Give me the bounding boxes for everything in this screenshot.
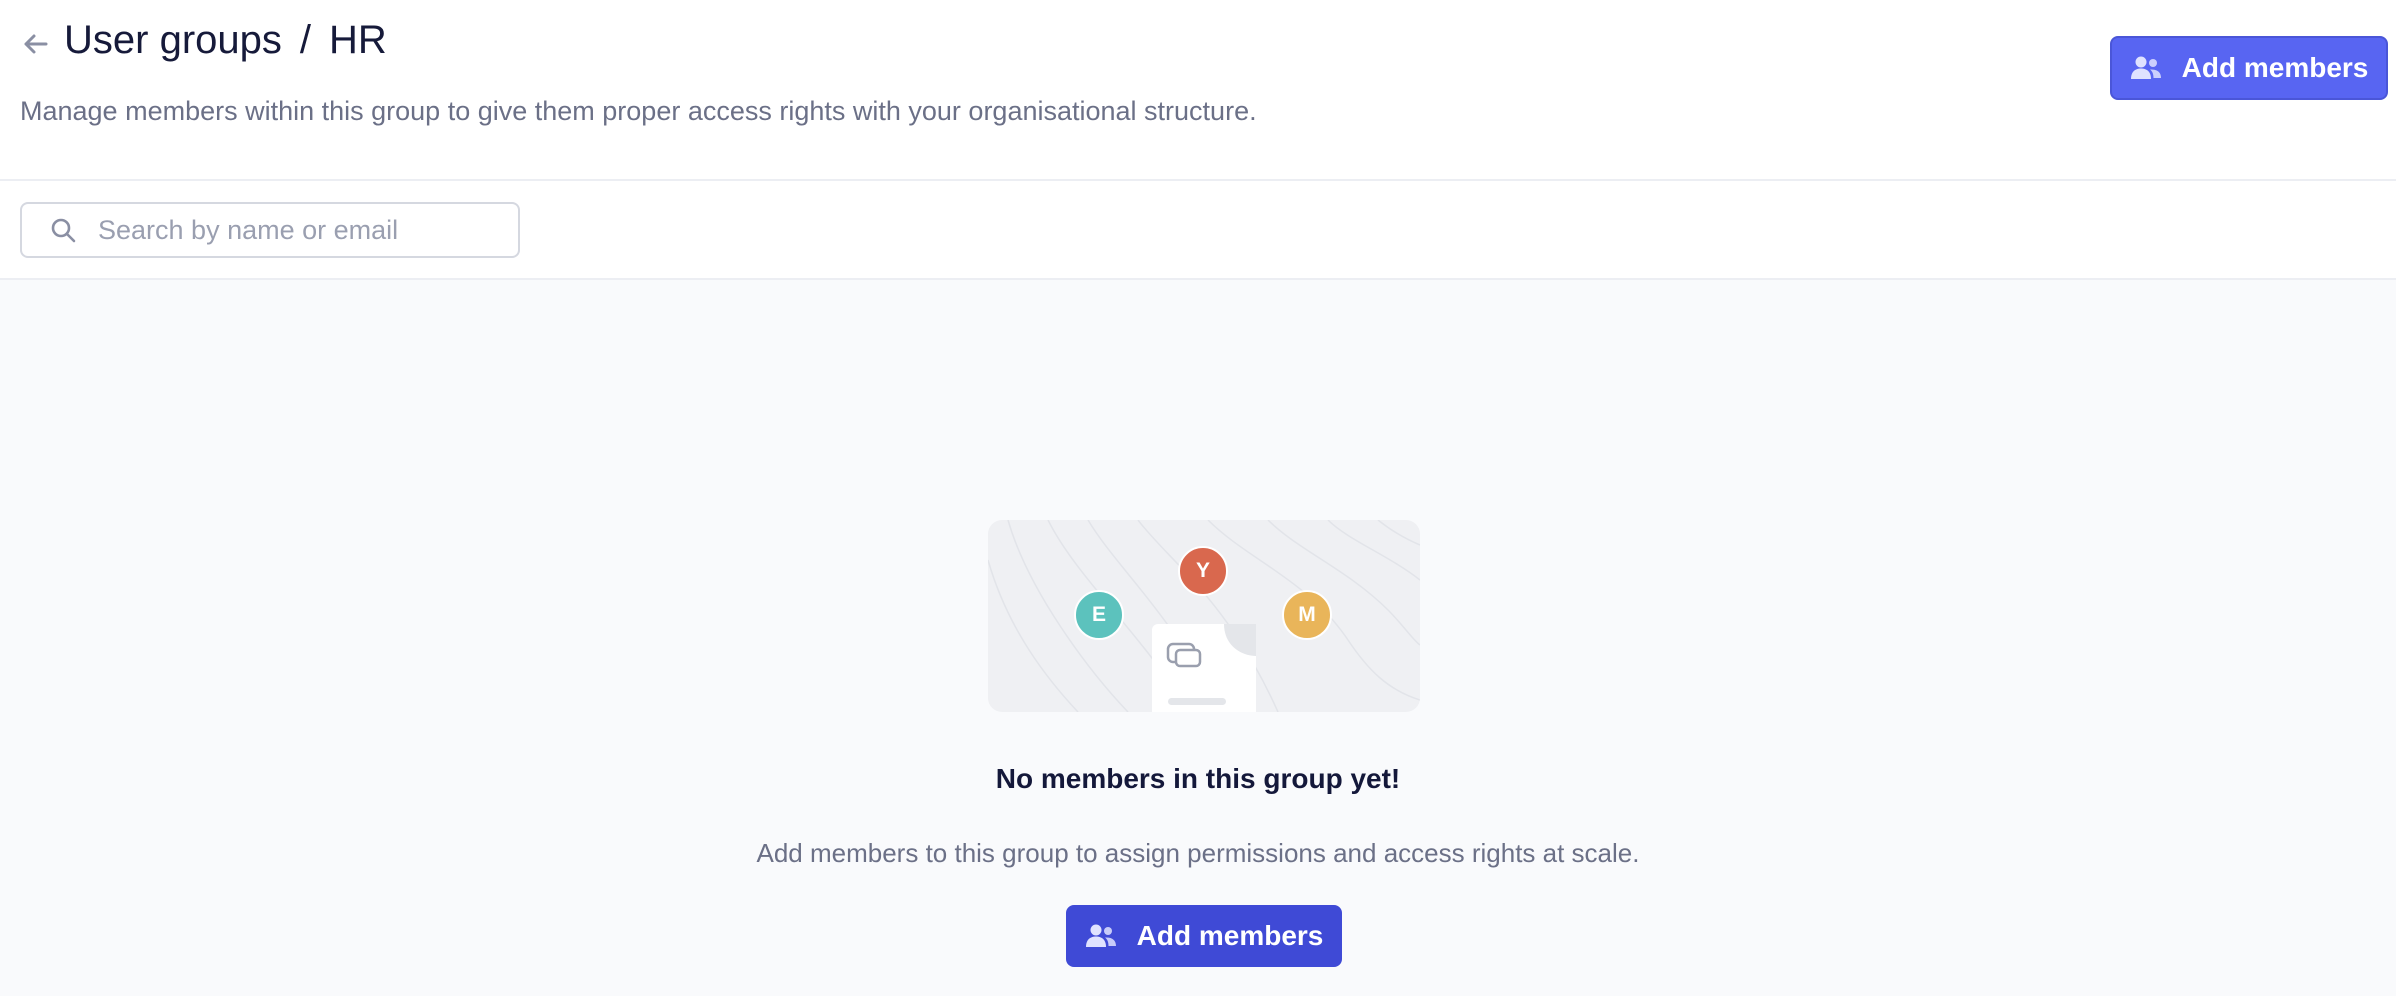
breadcrumb-parent[interactable]: User groups [64,18,282,63]
toolbar [0,181,2396,280]
empty-state-description: Add members to this group to assign perm… [756,838,1640,868]
arrow-left-icon[interactable] [20,30,50,58]
search-box[interactable] [20,202,520,258]
document-icon [1152,624,1256,712]
breadcrumb: User groups / HR [64,18,387,63]
page-header: User groups / HR Manage members within t… [0,0,2396,181]
avatar: M [1282,590,1332,640]
empty-state-title: No members in this group yet! [995,763,1401,794]
avatar: E [1074,590,1124,640]
search-icon [50,217,76,243]
add-members-empty-button[interactable]: Add members [1066,905,1342,967]
empty-state-illustration: E Y M [988,520,1420,712]
page-description: Manage members within this group to give… [20,96,1257,126]
add-members-label: Add members [2181,52,2369,83]
page-title: HR [329,18,387,62]
avatar: Y [1178,546,1228,596]
users-icon [1085,923,1117,949]
users-icon [2130,55,2162,81]
add-members-button[interactable]: Add members [2110,36,2388,100]
search-input[interactable] [98,214,498,246]
breadcrumb-separator: / [299,18,311,62]
add-members-empty-label: Add members [1136,920,1324,951]
